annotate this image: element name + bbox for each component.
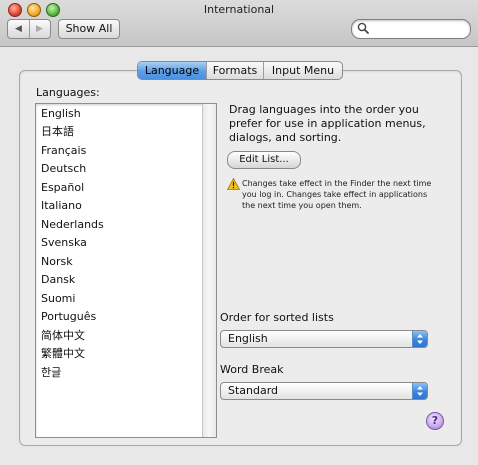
help-button[interactable]: ? bbox=[426, 412, 444, 430]
back-button[interactable]: ◀ bbox=[8, 20, 30, 38]
list-item[interactable]: Dansk bbox=[41, 271, 75, 289]
tab-input-menu[interactable]: Input Menu bbox=[264, 62, 342, 79]
list-item[interactable]: Français bbox=[41, 142, 86, 160]
list-item[interactable]: Suomi bbox=[41, 290, 75, 308]
list-item[interactable]: English bbox=[41, 105, 81, 123]
list-item[interactable]: 한글 bbox=[41, 364, 61, 382]
languages-list[interactable]: English 日本語 Français Deutsch Español Ita… bbox=[35, 103, 217, 438]
word-break-label: Word Break bbox=[220, 363, 284, 376]
word-break-popup[interactable]: Standard bbox=[220, 382, 428, 400]
search-field[interactable] bbox=[351, 19, 471, 39]
window-title: International bbox=[203, 3, 275, 16]
back-arrow-icon: ◀ bbox=[15, 24, 22, 34]
popup-arrows-icon bbox=[412, 383, 427, 399]
list-item[interactable]: Italiano bbox=[41, 197, 82, 215]
tab-language[interactable]: Language bbox=[138, 62, 207, 79]
sort-order-popup[interactable]: English bbox=[220, 330, 428, 348]
warning-icon bbox=[227, 178, 240, 190]
edit-list-button[interactable]: Edit List... bbox=[227, 151, 301, 169]
list-item[interactable]: Nederlands bbox=[41, 216, 104, 234]
search-icon bbox=[357, 22, 369, 34]
sort-order-label: Order for sorted lists bbox=[220, 311, 334, 324]
instructions-text: Drag languages into the order you prefer… bbox=[229, 103, 426, 144]
list-scrollbar[interactable] bbox=[202, 104, 216, 437]
forward-button[interactable]: ▶ bbox=[29, 20, 50, 38]
list-item[interactable]: 简体中文 bbox=[41, 327, 85, 345]
popup-arrows-icon bbox=[412, 331, 427, 347]
tab-bar: Language Formats Input Menu bbox=[137, 61, 343, 80]
list-item[interactable]: Norsk bbox=[41, 253, 73, 271]
sort-order-value: English bbox=[228, 332, 268, 345]
window-toolbar: International ◀ ▶ Show All bbox=[0, 0, 478, 47]
word-break-value: Standard bbox=[228, 384, 279, 397]
preferences-window: International ◀ ▶ Show All Language Form… bbox=[0, 0, 478, 465]
list-item[interactable]: 繁體中文 bbox=[41, 345, 85, 363]
list-item[interactable]: Svenska bbox=[41, 234, 87, 252]
list-item[interactable]: Español bbox=[41, 179, 84, 197]
show-all-button[interactable]: Show All bbox=[58, 19, 120, 39]
list-item[interactable]: Português bbox=[41, 308, 96, 326]
warning-text: Changes take effect in the Finder the ne… bbox=[242, 179, 432, 210]
tab-formats[interactable]: Formats bbox=[207, 62, 264, 79]
back-forward-control: ◀ ▶ bbox=[7, 19, 51, 39]
languages-label: Languages: bbox=[36, 86, 100, 99]
list-item[interactable]: Deutsch bbox=[41, 160, 86, 178]
list-item[interactable]: 日本語 bbox=[41, 123, 74, 141]
forward-arrow-icon: ▶ bbox=[36, 24, 43, 34]
